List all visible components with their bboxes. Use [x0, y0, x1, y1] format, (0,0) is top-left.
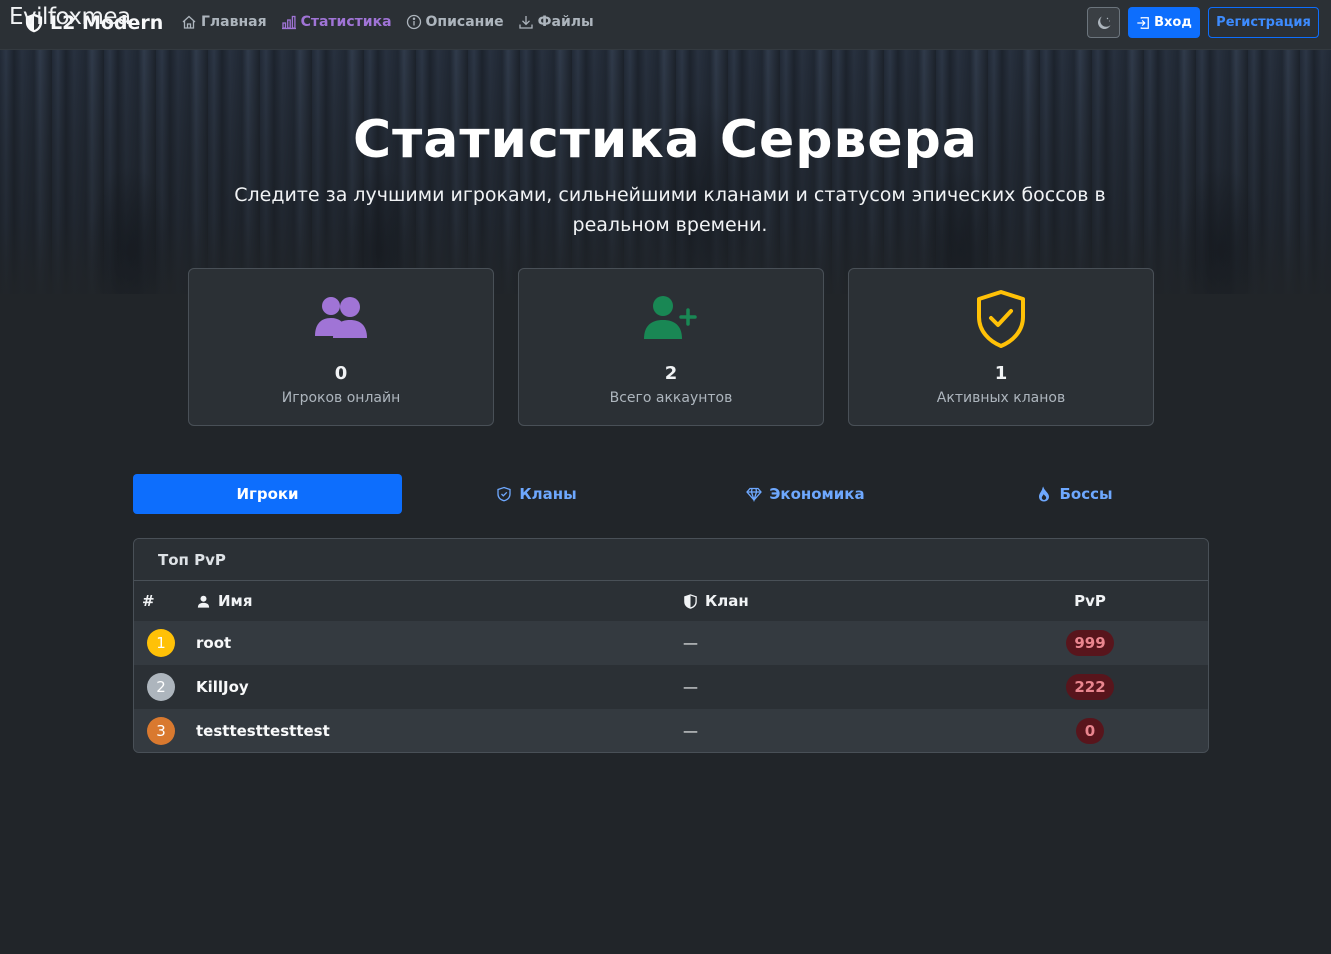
player-clan: — — [683, 678, 698, 696]
overlay-caption: Evilfoxmea — [9, 4, 131, 30]
player-name[interactable]: root — [196, 634, 231, 652]
stat-card-online: 0 Игроков онлайн — [188, 268, 494, 426]
stat-card-clans: 1 Активных кланов — [848, 268, 1154, 426]
register-button-label: Регистрация — [1216, 15, 1311, 30]
nav-link-stats[interactable]: Статистика — [281, 14, 392, 30]
stat-clans-value: 1 — [994, 363, 1008, 384]
moon-icon — [1097, 16, 1110, 29]
player-clan: — — [683, 634, 698, 652]
nav-link-about[interactable]: Описание — [406, 14, 504, 30]
info-circle-icon — [406, 14, 421, 30]
pvp-cell: 999 — [1030, 630, 1150, 656]
stat-clans-label: Активных кланов — [936, 390, 1066, 406]
fire-icon — [1039, 486, 1050, 502]
hero-banner — [0, 50, 1331, 294]
pvp-badge: 222 — [1066, 674, 1114, 700]
login-icon — [1137, 16, 1149, 29]
nav-link-home-label: Главная — [201, 14, 267, 30]
pvp-badge: 999 — [1066, 630, 1114, 656]
login-button[interactable]: Вход — [1128, 7, 1200, 38]
column-header-name-label: Имя — [218, 592, 253, 610]
nav-link-files[interactable]: Файлы — [518, 14, 594, 30]
player-name[interactable]: testtesttesttest — [196, 722, 330, 740]
page-subtitle: Следите за лучшими игроками, сильнейшими… — [234, 184, 1106, 236]
rank-badge: 3 — [147, 717, 175, 745]
theme-toggle-button[interactable] — [1087, 7, 1120, 38]
people-icon — [311, 289, 371, 349]
nav-link-about-label: Описание — [425, 14, 504, 30]
top-pvp-table: Топ PvP # Имя Клан PvP 1 root — 999 2 Ki… — [133, 538, 1209, 753]
column-header-num: # — [142, 592, 155, 610]
table-row[interactable]: 2 KillJoy — 222 — [134, 665, 1208, 709]
tab-clans[interactable]: Кланы — [402, 474, 671, 514]
tab-bosses-label: Боссы — [1059, 485, 1113, 503]
stat-accounts-value: 2 — [664, 363, 678, 384]
pvp-cell: 222 — [1030, 674, 1150, 700]
shield-icon — [497, 486, 511, 502]
stat-card-accounts: 2 Всего аккаунтов — [518, 268, 824, 426]
rank-badge: 2 — [147, 673, 175, 701]
house-icon — [182, 15, 196, 29]
pvp-badge: 0 — [1076, 718, 1104, 744]
table-row[interactable]: 3 testtesttesttest — 0 — [134, 709, 1208, 752]
stats-tabs: Игроки Кланы Экономика Боссы — [133, 474, 1209, 514]
pvp-cell: 0 — [1030, 718, 1150, 744]
player-name[interactable]: KillJoy — [196, 678, 249, 696]
nav-links: Главная Статистика Описание Файлы — [181, 14, 594, 30]
player-clan: — — [683, 722, 698, 740]
table-title: Топ PvP — [134, 539, 1208, 581]
column-header-pvp: PvP — [1074, 592, 1106, 610]
person-plus-icon — [641, 289, 701, 349]
download-icon — [518, 16, 533, 29]
nav-link-files-label: Файлы — [537, 14, 594, 30]
gem-icon — [746, 487, 763, 502]
table-header-row: # Имя Клан PvP — [134, 581, 1208, 621]
tab-clans-label: Кланы — [519, 485, 577, 503]
person-icon — [197, 595, 210, 608]
top-navbar: L2 Modern Главная Статистика Описание Фа… — [0, 0, 1331, 50]
table-row[interactable]: 1 root — 999 — [134, 621, 1208, 665]
shield-check-icon — [971, 289, 1031, 349]
tab-economy[interactable]: Экономика — [671, 474, 940, 514]
column-header-name: Имя — [196, 592, 252, 610]
stat-accounts-label: Всего аккаунтов — [609, 390, 733, 406]
shield-half-icon — [684, 593, 697, 609]
tab-bosses[interactable]: Боссы — [940, 474, 1209, 514]
login-button-label: Вход — [1154, 15, 1192, 30]
column-header-clan: Клан — [683, 592, 749, 610]
page-title: Статистика Сервера — [353, 110, 978, 170]
nav-link-stats-label: Статистика — [300, 14, 392, 30]
nav-link-home[interactable]: Главная — [181, 14, 267, 30]
tab-economy-label: Экономика — [769, 485, 865, 503]
stat-online-value: 0 — [334, 363, 348, 384]
stat-online-label: Игроков онлайн — [281, 390, 401, 406]
rank-badge: 1 — [147, 629, 175, 657]
bar-chart-icon — [281, 15, 296, 30]
tab-players-label: Игроки — [236, 485, 299, 503]
hero-background-image — [0, 50, 1331, 294]
register-button[interactable]: Регистрация — [1208, 7, 1319, 38]
tab-players[interactable]: Игроки — [133, 474, 402, 514]
column-header-clan-label: Клан — [705, 592, 749, 610]
